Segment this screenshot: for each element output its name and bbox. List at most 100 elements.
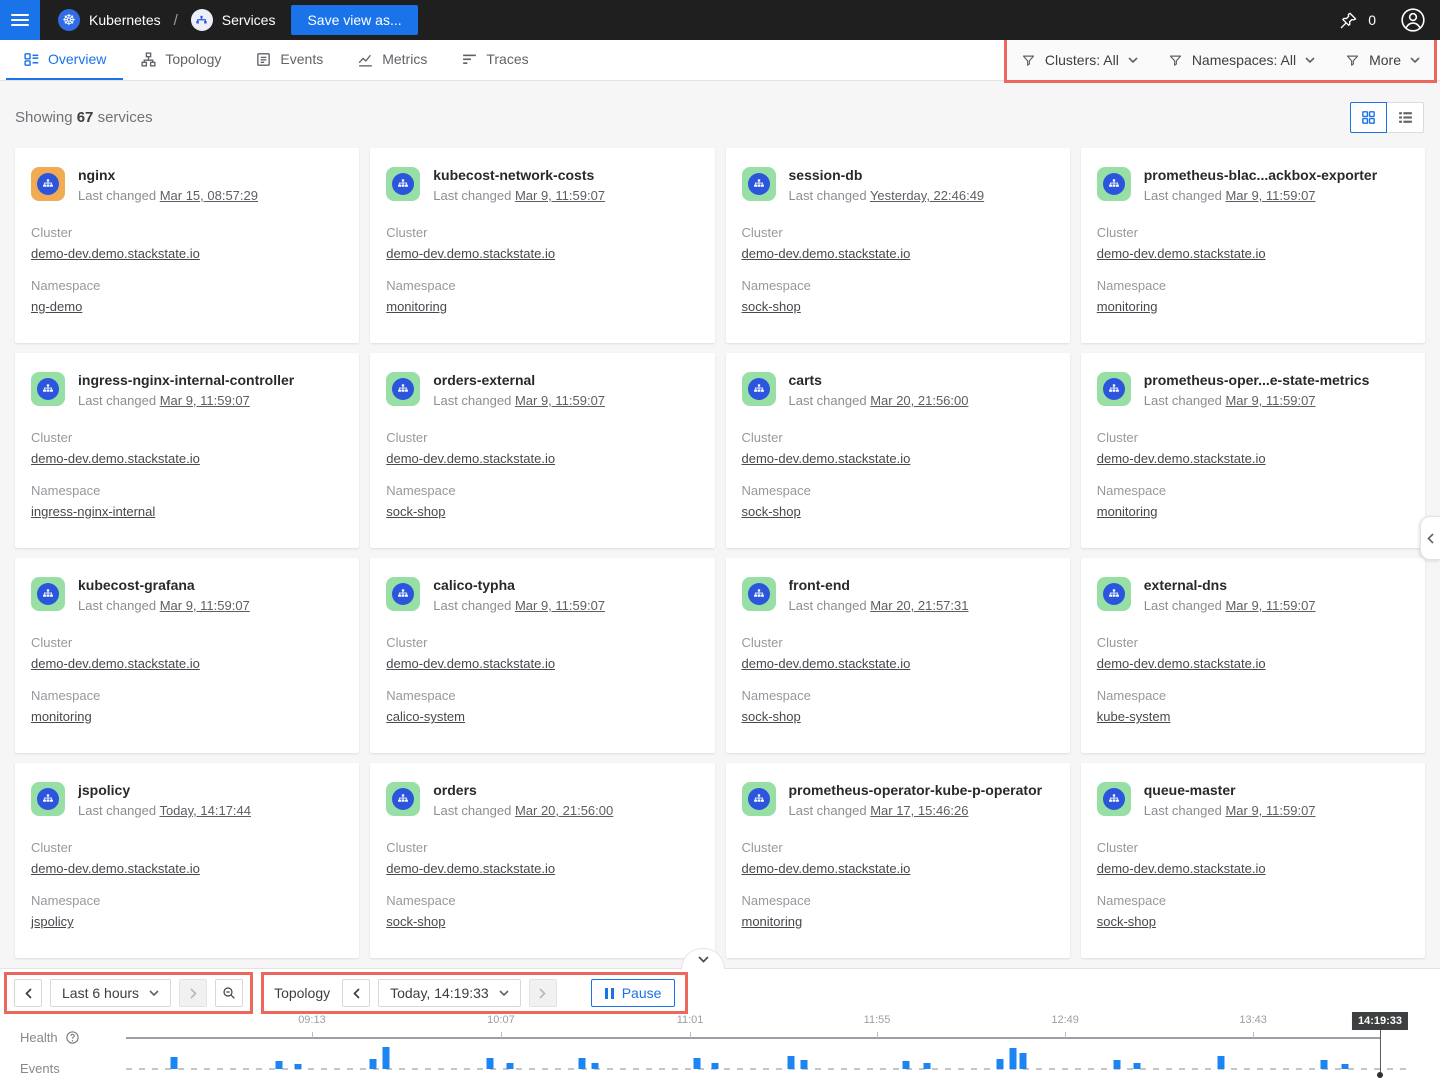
event-bar[interactable] [801,1060,808,1069]
event-bar[interactable] [902,1061,909,1069]
service-name[interactable]: front-end [789,577,969,593]
event-bar[interactable] [382,1047,389,1069]
namespace-link[interactable]: monitoring [31,709,92,724]
cluster-link[interactable]: demo-dev.demo.stackstate.io [1097,861,1266,876]
event-bar[interactable] [275,1061,282,1069]
grid-view-button[interactable] [1350,102,1387,133]
more-filter-dropdown[interactable]: More [1345,52,1420,68]
save-view-as-button[interactable]: Save view as... [291,5,417,35]
namespace-link[interactable]: monitoring [1097,299,1158,314]
event-bar[interactable] [924,1063,931,1069]
namespace-link[interactable]: ingress-nginx-internal [31,504,155,519]
event-bar[interactable] [693,1058,700,1069]
cluster-link[interactable]: demo-dev.demo.stackstate.io [31,246,200,261]
service-name[interactable]: jspolicy [78,782,251,798]
service-name[interactable]: prometheus-operator-kube-p-operator [789,782,1043,798]
namespaces-filter-dropdown[interactable]: Namespaces: All [1168,52,1315,68]
cluster-link[interactable]: demo-dev.demo.stackstate.io [386,451,555,466]
clusters-filter-dropdown[interactable]: Clusters: All [1021,52,1138,68]
namespace-link[interactable]: ng-demo [31,299,82,314]
service-name[interactable]: carts [789,372,969,388]
service-name[interactable]: orders-external [433,372,605,388]
user-avatar[interactable] [1400,7,1426,33]
event-bar[interactable] [1217,1056,1224,1069]
service-name[interactable]: session-db [789,167,985,183]
cluster-link[interactable]: demo-dev.demo.stackstate.io [742,656,911,671]
range-back-button[interactable] [14,979,42,1007]
event-bar[interactable] [591,1063,598,1069]
event-bar[interactable] [1133,1063,1140,1069]
event-bar[interactable] [997,1059,1004,1069]
breadcrumb-view[interactable]: Services [222,12,276,28]
event-bar[interactable] [486,1058,493,1069]
namespace-link[interactable]: jspolicy [31,914,74,929]
help-icon[interactable] [65,1030,80,1045]
event-bar[interactable] [1009,1048,1016,1069]
cluster-link[interactable]: demo-dev.demo.stackstate.io [386,656,555,671]
cluster-link[interactable]: demo-dev.demo.stackstate.io [1097,451,1266,466]
namespace-link[interactable]: monitoring [742,914,803,929]
last-changed-link[interactable]: Mar 15, 08:57:29 [160,188,258,203]
last-changed-link[interactable]: Mar 9, 11:59:07 [515,393,605,408]
cluster-link[interactable]: demo-dev.demo.stackstate.io [1097,656,1266,671]
cluster-link[interactable]: demo-dev.demo.stackstate.io [31,451,200,466]
cluster-link[interactable]: demo-dev.demo.stackstate.io [31,861,200,876]
hamburger-menu-button[interactable] [0,0,40,40]
cluster-link[interactable]: demo-dev.demo.stackstate.io [386,246,555,261]
service-name[interactable]: prometheus-oper...e-state-metrics [1144,372,1370,388]
last-changed-link[interactable]: Mar 9, 11:59:07 [515,188,605,203]
event-bar[interactable] [1320,1060,1327,1069]
event-bar[interactable] [579,1058,586,1069]
cluster-link[interactable]: demo-dev.demo.stackstate.io [742,246,911,261]
service-name[interactable]: queue-master [1144,782,1316,798]
cluster-link[interactable]: demo-dev.demo.stackstate.io [31,656,200,671]
service-name[interactable]: prometheus-blac...ackbox-exporter [1144,167,1377,183]
namespace-link[interactable]: kube-system [1097,709,1171,724]
service-name[interactable]: kubecost-grafana [78,577,250,593]
namespace-link[interactable]: sock-shop [386,914,445,929]
tab-overview[interactable]: Overview [6,40,123,80]
last-changed-link[interactable]: Today, 14:17:44 [159,803,251,818]
event-bar[interactable] [170,1057,177,1069]
last-changed-link[interactable]: Mar 20, 21:56:00 [515,803,613,818]
tab-events[interactable]: Events [238,40,340,80]
namespace-link[interactable]: sock-shop [742,504,801,519]
tab-topology[interactable]: Topology [123,40,238,80]
namespace-link[interactable]: monitoring [386,299,447,314]
last-changed-link[interactable]: Mar 9, 11:59:07 [1225,803,1315,818]
cluster-link[interactable]: demo-dev.demo.stackstate.io [1097,246,1266,261]
namespace-link[interactable]: sock-shop [386,504,445,519]
event-bar[interactable] [787,1056,794,1069]
event-bar[interactable] [1113,1060,1120,1069]
details-panel-expand-handle[interactable] [1420,516,1440,560]
list-view-button[interactable] [1387,102,1424,133]
cluster-link[interactable]: demo-dev.demo.stackstate.io [742,451,911,466]
service-name[interactable]: ingress-nginx-internal-controller [78,372,294,388]
namespace-link[interactable]: monitoring [1097,504,1158,519]
last-changed-link[interactable]: Mar 17, 15:46:26 [870,803,968,818]
last-changed-link[interactable]: Mar 9, 11:59:07 [160,393,250,408]
last-changed-link[interactable]: Yesterday, 22:46:49 [870,188,984,203]
event-bar[interactable] [1019,1053,1026,1069]
last-changed-link[interactable]: Mar 9, 11:59:07 [1225,393,1315,408]
event-bar[interactable] [506,1063,513,1069]
pin-icon[interactable] [1339,11,1358,30]
service-name[interactable]: nginx [78,167,258,183]
last-changed-link[interactable]: Mar 20, 21:57:31 [870,598,968,613]
namespace-link[interactable]: sock-shop [742,299,801,314]
last-changed-link[interactable]: Mar 9, 11:59:07 [1225,598,1315,613]
service-name[interactable]: orders [433,782,613,798]
service-name[interactable]: kubecost-network-costs [433,167,605,183]
last-changed-link[interactable]: Mar 9, 11:59:07 [160,598,250,613]
namespace-link[interactable]: sock-shop [742,709,801,724]
cluster-link[interactable]: demo-dev.demo.stackstate.io [386,861,555,876]
namespace-link[interactable]: sock-shop [1097,914,1156,929]
namespace-link[interactable]: calico-system [386,709,465,724]
event-bar[interactable] [294,1064,301,1069]
tab-metrics[interactable]: Metrics [340,40,444,80]
event-bar[interactable] [370,1059,377,1069]
tab-traces[interactable]: Traces [444,40,545,80]
event-bar[interactable] [1341,1064,1348,1069]
last-changed-link[interactable]: Mar 20, 21:56:00 [870,393,968,408]
breadcrumb-app[interactable]: Kubernetes [89,12,161,28]
